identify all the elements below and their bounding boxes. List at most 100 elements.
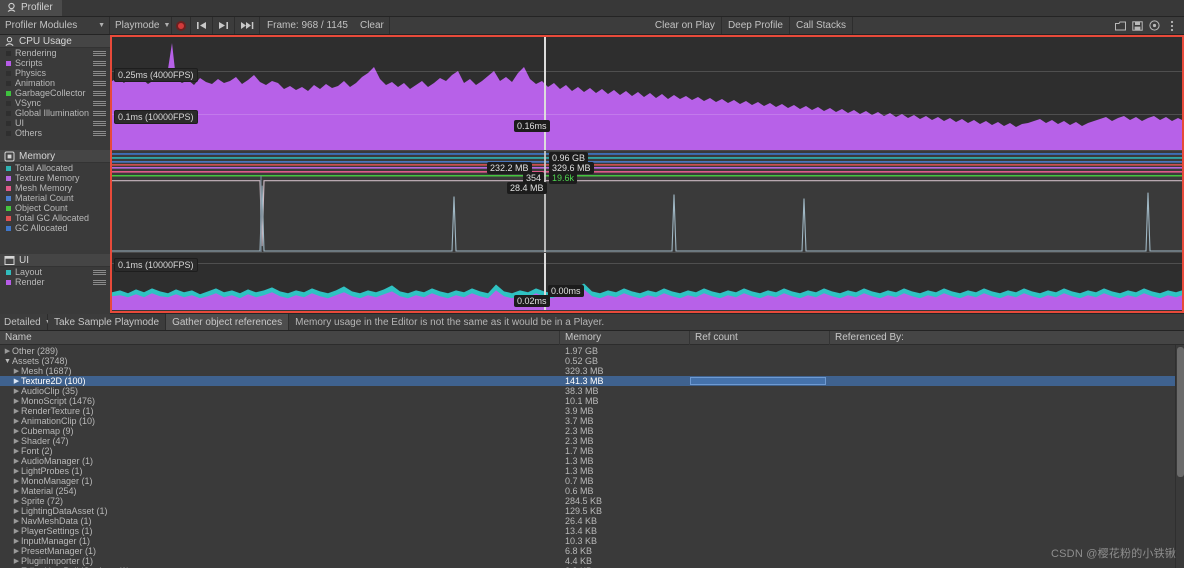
legend-item-mesh-memory[interactable]: Mesh Memory bbox=[0, 183, 110, 193]
chevron-right-icon[interactable]: ▶ bbox=[12, 537, 21, 545]
table-body[interactable]: ▶ Other (289) 1.97 GB ▼ Assets (3748) 0.52 GB… bbox=[0, 346, 1184, 568]
first-frame-button[interactable] bbox=[191, 17, 213, 34]
gather-object-references-toggle[interactable]: Gather object references bbox=[166, 314, 290, 330]
table-row[interactable]: ▶ LightingDataAsset (1) 129.5 KB bbox=[0, 506, 1184, 516]
drag-grip-icon[interactable] bbox=[93, 131, 106, 136]
chevron-down-icon[interactable]: ▼ bbox=[3, 358, 12, 365]
drag-grip-icon[interactable] bbox=[93, 101, 106, 106]
module-memory-header[interactable]: Memory bbox=[0, 150, 110, 163]
table-row[interactable]: ▼ Assets (3748) 0.52 GB bbox=[0, 356, 1184, 366]
column-header-referenced-by[interactable]: Referenced By: bbox=[830, 331, 1184, 345]
chevron-right-icon[interactable]: ▶ bbox=[3, 347, 12, 355]
chevron-right-icon[interactable]: ▶ bbox=[12, 447, 21, 455]
legend-item-object-count[interactable]: Object Count bbox=[0, 203, 110, 213]
view-mode-dropdown[interactable]: Detailed ▼ bbox=[0, 314, 52, 330]
table-row[interactable]: ▶ Cubemap (9) 2.3 MB bbox=[0, 426, 1184, 436]
drag-grip-icon[interactable] bbox=[93, 91, 106, 96]
legend-item-vsync[interactable]: VSync bbox=[0, 98, 110, 108]
legend-item-garbagecollector[interactable]: GarbageCollector bbox=[0, 88, 110, 98]
chevron-right-icon[interactable]: ▶ bbox=[12, 477, 21, 485]
table-row[interactable]: ▶ AnimationClip (10) 3.7 MB bbox=[0, 416, 1184, 426]
table-scrollbar-thumb[interactable] bbox=[1177, 347, 1184, 477]
table-row[interactable]: ▶ RenderTexture (1) 3.9 MB bbox=[0, 406, 1184, 416]
chevron-right-icon[interactable]: ▶ bbox=[12, 427, 21, 435]
legend-item-texture-memory[interactable]: Texture Memory bbox=[0, 173, 110, 183]
legend-item-rendering[interactable]: Rendering bbox=[0, 48, 110, 58]
chevron-right-icon[interactable]: ▶ bbox=[12, 387, 21, 395]
legend-item-physics[interactable]: Physics bbox=[0, 68, 110, 78]
legend-item-render[interactable]: Render bbox=[0, 277, 110, 287]
table-row[interactable]: ▶ AudioClip (35) 38.3 MB bbox=[0, 386, 1184, 396]
chevron-right-icon[interactable]: ▶ bbox=[12, 527, 21, 535]
table-row[interactable]: ▶ Sprite (72) 284.5 KB bbox=[0, 496, 1184, 506]
legend-item-total-allocated[interactable]: Total Allocated bbox=[0, 163, 110, 173]
drag-grip-icon[interactable] bbox=[93, 280, 106, 285]
table-row[interactable]: ▶ Mesh (1687) 329.3 MB bbox=[0, 366, 1184, 376]
legend-item-ui[interactable]: UI bbox=[0, 118, 110, 128]
legend-item-scripts[interactable]: Scripts bbox=[0, 58, 110, 68]
drag-grip-icon[interactable] bbox=[93, 61, 106, 66]
column-header-ref-count[interactable]: Ref count bbox=[690, 330, 830, 345]
chevron-right-icon[interactable]: ▶ bbox=[12, 437, 21, 445]
drag-grip-icon[interactable] bbox=[93, 270, 106, 275]
module-cpu-usage[interactable]: CPU Usage Rendering Scripts Physics Anim… bbox=[0, 35, 110, 150]
module-ui[interactable]: UI Layout Render bbox=[0, 254, 110, 314]
drag-grip-icon[interactable] bbox=[93, 51, 106, 56]
table-row[interactable]: ▶ Texture2D (100) 141.3 MB bbox=[0, 376, 1184, 386]
module-cpu-header[interactable]: CPU Usage bbox=[0, 35, 110, 48]
table-row[interactable]: ▶ Shader (47) 2.3 MB bbox=[0, 436, 1184, 446]
cpu-usage-chart[interactable]: 0.25ms (4000FPS) 0.1ms (10000FPS) 0.16ms bbox=[112, 37, 1182, 150]
chevron-right-icon[interactable]: ▶ bbox=[12, 467, 21, 475]
chevron-right-icon[interactable]: ▶ bbox=[12, 377, 21, 385]
take-sample-button[interactable]: Take Sample Playmode bbox=[48, 314, 167, 330]
drag-grip-icon[interactable] bbox=[93, 121, 106, 126]
drag-grip-icon[interactable] bbox=[93, 111, 106, 116]
legend-item-layout[interactable]: Layout bbox=[0, 267, 110, 277]
last-frame-button[interactable] bbox=[213, 17, 235, 34]
record-button[interactable] bbox=[172, 17, 191, 34]
chevron-right-icon[interactable]: ▶ bbox=[12, 397, 21, 405]
drag-grip-icon[interactable] bbox=[93, 81, 106, 86]
table-scrollbar[interactable] bbox=[1175, 345, 1184, 568]
clear-button[interactable]: Clear bbox=[355, 17, 390, 34]
table-row[interactable]: ▶ MonoManager (1) 0.7 MB bbox=[0, 476, 1184, 486]
deep-profile-toggle[interactable]: Deep Profile bbox=[722, 17, 790, 34]
legend-item-global-illumination[interactable]: Global Illumination bbox=[0, 108, 110, 118]
help-icon[interactable] bbox=[1146, 17, 1163, 34]
cpu-playhead[interactable] bbox=[544, 37, 546, 150]
load-icon[interactable] bbox=[1129, 17, 1146, 34]
ui-chart[interactable]: 0.1ms (10000FPS) 0.02ms 0.00ms bbox=[112, 252, 1182, 310]
chevron-right-icon[interactable]: ▶ bbox=[12, 547, 21, 555]
module-ui-header[interactable]: UI bbox=[0, 254, 110, 267]
save-icon[interactable] bbox=[1112, 17, 1129, 34]
memory-playhead[interactable] bbox=[544, 151, 546, 252]
table-row[interactable]: ▶ Other (289) 1.97 GB bbox=[0, 346, 1184, 356]
column-header-memory[interactable]: Memory bbox=[560, 330, 690, 345]
memory-chart[interactable]: 0.96 GB 232.2 MB 329.6 MB 354 19.6k 28.4… bbox=[112, 150, 1182, 252]
call-stacks-toggle[interactable]: Call Stacks bbox=[790, 17, 853, 34]
chevron-right-icon[interactable]: ▶ bbox=[12, 407, 21, 415]
table-row[interactable]: ▶ PlayerSettings (1) 13.4 KB bbox=[0, 526, 1184, 536]
legend-item-total-gc-allocated[interactable]: Total GC Allocated bbox=[0, 213, 110, 223]
table-row[interactable]: ▶ LightProbes (1) 1.3 MB bbox=[0, 466, 1184, 476]
chevron-right-icon[interactable]: ▶ bbox=[12, 507, 21, 515]
menu-icon[interactable] bbox=[1163, 17, 1180, 34]
legend-item-material-count[interactable]: Material Count bbox=[0, 193, 110, 203]
chevron-right-icon[interactable]: ▶ bbox=[12, 417, 21, 425]
chevron-right-icon[interactable]: ▶ bbox=[12, 367, 21, 375]
profiler-modules-dropdown[interactable]: Profiler Modules ▼ bbox=[0, 17, 110, 34]
playmode-dropdown[interactable]: Playmode ▼ bbox=[110, 17, 172, 34]
module-memory[interactable]: Memory Total Allocated Texture Memory Me… bbox=[0, 150, 110, 254]
chevron-right-icon[interactable]: ▶ bbox=[12, 557, 21, 565]
table-row[interactable]: ▶ Material (254) 0.6 MB bbox=[0, 486, 1184, 496]
table-row[interactable]: ▶ NavMeshData (1) 26.4 KB bbox=[0, 516, 1184, 526]
legend-item-animation[interactable]: Animation bbox=[0, 78, 110, 88]
table-row[interactable]: ▶ InputManager (1) 10.3 KB bbox=[0, 536, 1184, 546]
table-row[interactable]: ▶ AudioManager (1) 1.3 MB bbox=[0, 456, 1184, 466]
table-row[interactable]: ▶ MonoScript (1476) 10.1 MB bbox=[0, 396, 1184, 406]
clear-on-play-toggle[interactable]: Clear on Play bbox=[649, 17, 722, 34]
current-frame-button[interactable] bbox=[235, 17, 260, 34]
legend-item-others[interactable]: Others bbox=[0, 128, 110, 138]
chevron-right-icon[interactable]: ▶ bbox=[12, 497, 21, 505]
chevron-right-icon[interactable]: ▶ bbox=[12, 457, 21, 465]
